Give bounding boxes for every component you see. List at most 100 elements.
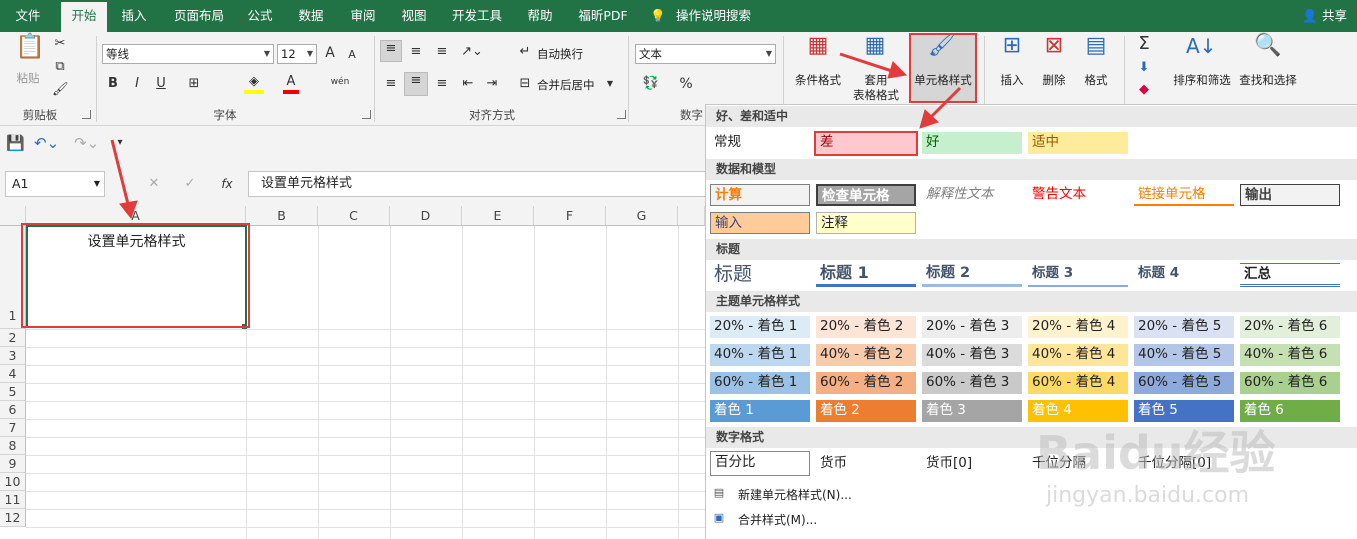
outdent-icon[interactable]: ⇥ (482, 76, 502, 92)
redo-icon[interactable]: ↷⌄ (74, 135, 99, 151)
share-button[interactable]: 👤 共享 (1302, 0, 1347, 32)
tab-data[interactable]: 数据 (291, 0, 331, 32)
column-header-f[interactable]: F (534, 206, 606, 226)
align-center-icon[interactable]: ≡ (404, 72, 428, 96)
row-header-10[interactable]: 10 (0, 473, 26, 491)
style-output[interactable]: 输出 (1240, 184, 1340, 206)
align-right-icon[interactable]: ≡ (432, 76, 452, 92)
tab-home[interactable]: 开始 (61, 2, 107, 32)
style-60-accent-2[interactable]: 60% - 着色 2 (816, 372, 916, 394)
grow-font-button[interactable]: A (323, 45, 337, 61)
insert-cells-button[interactable]: 插入 (994, 72, 1030, 88)
tab-page-layout[interactable]: 页面布局 (164, 0, 234, 32)
style-neutral[interactable]: 适中 (1028, 132, 1128, 154)
column-header-e[interactable]: E (462, 206, 534, 226)
column-header-d[interactable]: D (390, 206, 462, 226)
style-40-accent-5[interactable]: 40% - 着色 5 (1134, 344, 1234, 366)
style-40-accent-2[interactable]: 40% - 着色 2 (816, 344, 916, 366)
style-60-accent-6[interactable]: 60% - 着色 6 (1240, 372, 1340, 394)
format-cells-button[interactable]: 格式 (1078, 72, 1114, 88)
conditional-format-button[interactable]: 条件格式 (790, 72, 846, 88)
orientation-icon[interactable]: ↗⌄ (458, 44, 486, 60)
sort-filter-button[interactable]: 排序和筛选 (1170, 72, 1234, 88)
style-20-accent-6[interactable]: 20% - 着色 6 (1240, 316, 1340, 338)
font-color-icon[interactable]: A (283, 74, 299, 94)
undo-icon[interactable]: ↶⌄ (34, 135, 59, 151)
clipboard-launcher[interactable] (82, 110, 91, 119)
tab-formulas[interactable]: 公式 (240, 0, 280, 32)
style-40-accent-1[interactable]: 40% - 着色 1 (710, 344, 810, 366)
delete-cells-button[interactable]: 删除 (1036, 72, 1072, 88)
style-20-accent-5[interactable]: 20% - 着色 5 (1134, 316, 1234, 338)
merge-styles-menu[interactable]: 合并样式(M)... (738, 511, 817, 528)
insert-cells-icon[interactable]: ⊞ (997, 35, 1027, 68)
percent-button[interactable]: % (678, 76, 694, 92)
new-cell-style-menu[interactable]: 新建单元格样式(N)... (738, 486, 852, 503)
name-box[interactable]: A1 ▼ (5, 171, 105, 197)
cancel-icon[interactable]: ✕ (146, 176, 162, 192)
style-60-accent-1[interactable]: 60% - 着色 1 (710, 372, 810, 394)
wrap-text-icon[interactable]: ↵ (517, 44, 533, 60)
style-note[interactable]: 注释 (816, 212, 916, 234)
alignment-launcher[interactable] (617, 110, 626, 119)
format-painter-icon[interactable]: 🖌 (52, 82, 69, 98)
copy-icon[interactable]: ⧉ (52, 59, 68, 75)
style-accent-1[interactable]: 着色 1 (710, 400, 810, 422)
cut-icon[interactable]: ✂ (52, 36, 68, 52)
tab-developer[interactable]: 开发工具 (446, 0, 508, 32)
merge-center-button[interactable]: 合并后居中 (537, 77, 595, 93)
row-header-4[interactable]: 4 (0, 365, 26, 383)
align-bottom-icon[interactable]: ≡ (432, 44, 452, 60)
style-linked-cell[interactable]: 链接单元格 (1134, 184, 1234, 206)
accounting-format-icon[interactable]: 💱 (638, 76, 664, 92)
insert-function-button[interactable]: fx (218, 176, 236, 192)
style-20-accent-4[interactable]: 20% - 着色 4 (1028, 316, 1128, 338)
paste-button[interactable]: 粘贴 (12, 70, 44, 86)
row-header-11[interactable]: 11 (0, 491, 26, 509)
align-left-icon[interactable]: ≡ (380, 76, 402, 92)
format-as-table-button-line2[interactable]: 表格格式 (846, 87, 906, 103)
style-20-accent-1[interactable]: 20% - 着色 1 (710, 316, 810, 338)
style-heading-3[interactable]: 标题 3 (1028, 263, 1128, 287)
fill-color-icon[interactable]: ◈ (244, 74, 264, 94)
format-cells-icon[interactable]: ▤ (1081, 35, 1111, 68)
wrap-text-button[interactable]: 自动换行 (537, 46, 583, 62)
style-heading-1[interactable]: 标题 1 (816, 263, 916, 287)
style-accent-3[interactable]: 着色 3 (922, 400, 1022, 422)
style-currency-0[interactable]: 货币[0] (922, 453, 1022, 475)
row-header-6[interactable]: 6 (0, 401, 26, 419)
bold-button[interactable]: B (106, 76, 120, 92)
column-header-h[interactable] (678, 206, 705, 226)
row-header-2[interactable]: 2 (0, 329, 26, 347)
enter-icon[interactable]: ✓ (182, 176, 198, 192)
row-header-3[interactable]: 3 (0, 347, 26, 365)
style-normal[interactable]: 常规 (710, 132, 810, 154)
style-40-accent-6[interactable]: 40% - 着色 6 (1240, 344, 1340, 366)
save-icon[interactable]: 💾 (6, 135, 25, 151)
tab-help[interactable]: 帮助 (520, 0, 560, 32)
chevron-down-icon[interactable]: ▼ (604, 76, 616, 92)
style-20-accent-3[interactable]: 20% - 着色 3 (922, 316, 1022, 338)
style-60-accent-3[interactable]: 60% - 着色 3 (922, 372, 1022, 394)
column-header-b[interactable]: B (246, 206, 318, 226)
tab-insert[interactable]: 插入 (114, 0, 154, 32)
conditional-format-icon[interactable]: ▦ (803, 35, 833, 68)
font-launcher[interactable] (362, 110, 371, 119)
row-header-8[interactable]: 8 (0, 437, 26, 455)
column-header-g[interactable]: G (606, 206, 678, 226)
customize-qat-icon[interactable]: ▾ (112, 135, 128, 151)
shrink-font-button[interactable]: A (345, 47, 359, 63)
tab-file[interactable]: 文件 (6, 0, 50, 32)
indent-icon[interactable]: ⇤ (458, 76, 478, 92)
align-top-icon[interactable]: ≡ (380, 40, 402, 62)
style-calculation[interactable]: 计算 (710, 184, 810, 206)
row-header-5[interactable]: 5 (0, 383, 26, 401)
border-icon[interactable]: ⊞ (185, 76, 203, 92)
paste-icon[interactable]: 📋 (15, 34, 45, 66)
number-format-select[interactable]: 文本 ▼ (635, 44, 776, 64)
style-heading-2[interactable]: 标题 2 (922, 263, 1022, 287)
formula-input[interactable]: 设置单元格样式 (248, 171, 708, 197)
sort-filter-icon[interactable]: A↓ (1186, 36, 1216, 68)
row-header-7[interactable]: 7 (0, 419, 26, 437)
style-accent-2[interactable]: 着色 2 (816, 400, 916, 422)
